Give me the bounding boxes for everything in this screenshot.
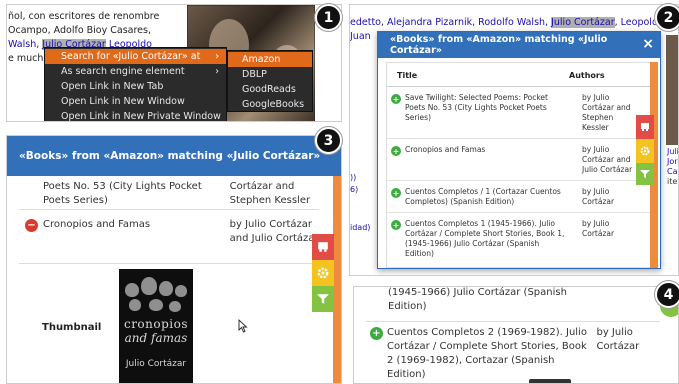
step-badge: 3	[315, 127, 342, 154]
menu-item-search-for[interactable]: Search for «Julio Cortázar» at ›	[45, 49, 226, 64]
add-icon[interactable]: +	[391, 220, 401, 230]
column-header-authors: Authors	[569, 71, 605, 80]
popup-title: «Books» from «Amazon» matching «Julio Co…	[19, 150, 321, 162]
remove-icon[interactable]: −	[25, 219, 38, 232]
page-text-line: e much	[8, 53, 44, 64]
book-title: Cuentos Completos 1 (1945-1966). Julio C…	[405, 219, 565, 258]
menu-item-open-new-tab[interactable]: Open Link in New Tab	[45, 79, 226, 94]
filter-icon[interactable]	[636, 163, 654, 185]
page-link[interactable]: Juan	[350, 31, 371, 42]
book-title: Cuentos Completos 2 (1969-1982). Julio C…	[387, 327, 587, 380]
add-icon[interactable]: +	[391, 188, 401, 198]
page-text-line[interactable]: Ocampo, Adolfo Bioy Casares,	[8, 25, 151, 36]
menu-item-open-private-window[interactable]: Open Link in New Private Window	[45, 109, 226, 122]
page-text-fragment: Cas	[667, 167, 678, 176]
menu-item-open-new-window[interactable]: Open Link in New Window	[45, 94, 226, 109]
page-text-fragment: Julio	[667, 147, 679, 156]
table-row: + Cronopios and Famas by Julio Cortázar …	[387, 139, 653, 181]
context-menu: Search for «Julio Cortázar» at › As sear…	[44, 47, 227, 122]
table-row: Poets No. 53 (City Lights Pocket Poets S…	[19, 180, 319, 210]
add-icon[interactable]: +	[370, 327, 383, 340]
book-title: Cronopios and Famas	[405, 145, 486, 154]
thumbnail-label: Thumbnail	[42, 322, 102, 333]
book-authors: Cortázar and Stephen Kessler	[229, 181, 311, 206]
close-icon[interactable]: ×	[642, 36, 654, 52]
menu-item-label: Search for «Julio Cortázar» at	[61, 51, 201, 62]
book-title: Cronopios and Famas	[43, 219, 151, 230]
gear-icon[interactable]	[636, 139, 654, 163]
table-row: + Cuentos Completos / 1 (Cortazar Cuento…	[387, 181, 653, 213]
results-table: Title Authors + Save Twilight: Selected …	[386, 62, 654, 268]
step-badge: 2	[655, 4, 679, 31]
table-row-expanded: − Cronopios and Famas by Julio Cortázar …	[19, 218, 319, 264]
book-title: Save Twilight: Selected Poems: Pocket Po…	[405, 93, 548, 122]
add-icon[interactable]: +	[391, 146, 401, 156]
page-text-fragment: Jorg	[667, 157, 678, 166]
menu-item-label: As search engine element	[61, 66, 185, 77]
menu-item-label: Open Link in New Window	[61, 96, 185, 107]
table-row: + Cuentos Completos 2 (1969-1982). Julio…	[366, 321, 660, 383]
bookmark-icon[interactable]	[312, 234, 334, 260]
popup-header: «Books» from «Amazon» matching «Julio Co…	[378, 32, 660, 58]
step2-results-popup-panel: edetto, Alejandra Pizarnik, Rodolfo Wals…	[349, 4, 679, 276]
page-text-fragment: ite	[667, 177, 678, 186]
page-text-line: ñol, con escritores de renombre	[8, 11, 160, 22]
popup-header: «Books» from «Amazon» matching «Julio Co…	[7, 136, 341, 176]
book-authors: by Julio Cortázar	[596, 327, 640, 352]
scroll-strip	[333, 176, 341, 383]
action-sidebar	[312, 234, 334, 312]
page-text-fragment: idad)	[350, 223, 371, 232]
table-row: + Save Twilight: Selected Poems: Pocket …	[387, 87, 653, 139]
author-photo	[666, 35, 678, 145]
submenu-item-amazon[interactable]: Amazon	[228, 52, 312, 67]
step-badge: 4	[655, 281, 679, 308]
step-badge: 1	[315, 4, 342, 31]
gear-icon[interactable]	[312, 260, 334, 286]
menu-item-search-engine-element[interactable]: As search engine element ›	[45, 64, 226, 79]
book-authors: by Julio Cortázar	[582, 219, 615, 238]
results-popup: «Books» from «Amazon» matching «Julio Co…	[377, 31, 661, 269]
filter-icon[interactable]	[312, 286, 334, 312]
book-authors: by Julio Cortázar	[582, 187, 615, 206]
step4-scrolled-results-panel: (1945-1966) Julio Cortázar (Spanish Edit…	[353, 286, 679, 384]
book-authors: by Julio Cortázar and Julio Cortázar	[582, 145, 633, 174]
table-header: Title Authors	[387, 63, 653, 87]
cover-author: Julio Cortázar	[125, 359, 187, 369]
submenu-item-googlebooks[interactable]: GoogleBooks	[228, 97, 312, 112]
page-link[interactable]: edetto, Alejandra Pizarnik, Rodolfo Wals…	[350, 17, 548, 28]
book-title: Poets No. 53 (City Lights Pocket Poets S…	[43, 181, 202, 206]
book-authors: by Julio Cortázar and Julio Cortázar	[229, 219, 319, 244]
menu-item-label: Open Link in New Tab	[61, 81, 164, 92]
book-authors: by Julio Cortázar and Stephen Kessler	[582, 93, 631, 132]
cover-subtitle: and famas	[124, 331, 188, 345]
book-cover-thumbnail[interactable]: cronopios and famas Julio Cortázar	[119, 269, 193, 383]
column-header-title: Title	[397, 71, 418, 80]
mouse-cursor-icon	[238, 319, 248, 333]
submenu-item-goodreads[interactable]: GoodReads	[228, 82, 312, 97]
book-title: Cuentos Completos / 1 (Cortazar Cuentos …	[405, 187, 561, 206]
submenu-item-dblp[interactable]: DBLP	[228, 67, 312, 82]
page-text-fragment: 6)	[350, 185, 359, 194]
book-title-continued: Edition)	[388, 301, 427, 312]
menu-item-label: Open Link in New Private Window	[61, 111, 221, 122]
page-link[interactable]: Walsh,	[8, 39, 39, 50]
step3-expanded-result-panel: «Books» from «Amazon» matching «Julio Co…	[6, 135, 342, 384]
screenshot-composite: ñol, con escritores de renombre Ocampo, …	[0, 0, 679, 384]
book-title-continued: (1945-1966) Julio Cortázar (Spanish	[388, 287, 567, 298]
popup-title: «Books» from «Amazon» matching «Julio Co…	[390, 34, 608, 56]
cover-title: cronopios	[123, 317, 189, 331]
step1-context-menu-panel: ñol, con escritores de renombre Ocampo, …	[6, 4, 342, 122]
selected-link[interactable]: Julio Cortázar	[551, 17, 615, 28]
add-icon[interactable]: +	[391, 94, 401, 104]
action-sidebar	[636, 115, 654, 185]
engine-submenu: Amazon DBLP GoodReads GoogleBooks	[227, 50, 313, 112]
page-text-line: edetto, Alejandra Pizarnik, Rodolfo Wals…	[350, 17, 664, 28]
thumbnail-edge	[529, 379, 571, 383]
chevron-right-icon: ›	[215, 66, 219, 77]
chevron-right-icon: ›	[215, 51, 219, 62]
table-row: + Cuentos Completos 1 (1945-1966). Julio…	[387, 213, 653, 264]
bookmark-icon[interactable]	[636, 115, 654, 139]
page-text-fragment: ))	[350, 173, 357, 182]
